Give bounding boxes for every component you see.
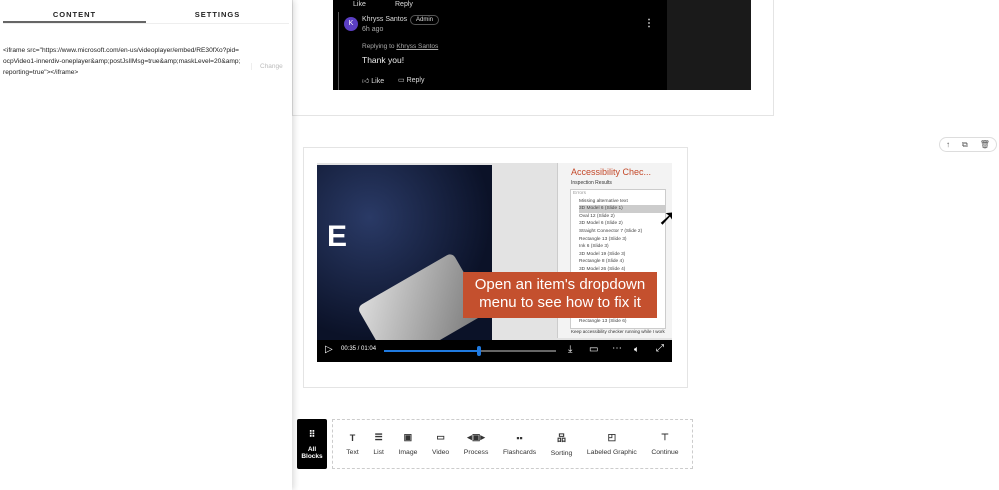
comments-embed: Like Reply K Khryss Santos Admin 6h ago … [333,0,751,90]
fullscreen-icon[interactable]: ⤢ [656,343,664,354]
error-item[interactable]: 3D Model 6 (Slide 1) [579,205,665,213]
play-icon[interactable]: ▷ [325,344,333,355]
block-label: Video [431,449,450,456]
image-icon: ▣ [403,432,413,442]
error-item[interactable]: Ink 6 (Slide 3) [579,243,665,251]
video-time: 00:35 / 01:04 [341,346,377,352]
admin-badge: Admin [410,15,440,25]
block-text[interactable]: T Text [346,433,358,456]
text-icon: T [349,432,356,443]
panel-title: Accessibility Chec... [571,167,652,177]
duplicate-icon[interactable]: ⧉ [962,140,968,150]
comment-text: Thank you! [362,55,405,65]
seek-slider[interactable] [384,346,556,356]
block-labeled-graphic[interactable]: ◰ Labeled Graphic [587,432,637,456]
slide-letter: E [327,220,348,253]
comment-time: 6h ago [362,26,384,33]
block-label: Flashcards [502,448,537,456]
delete-icon[interactable]: 🗑︎ [980,140,990,149]
block-label: Image [398,449,418,456]
process-icon: ◂▣▸ [467,432,485,442]
block-continue[interactable]: ⊤ Continue [651,432,678,456]
video-player[interactable]: E Accessibility Chec... Inspection Resul… [317,163,672,362]
more-icon[interactable]: ⋯ [612,343,622,354]
block-label: List [373,449,384,456]
tab-content[interactable]: CONTENT [3,0,146,23]
download-icon[interactable]: ⤓ [568,344,572,355]
error-item[interactable]: 3D Model 6 (Slide 2) [579,220,665,228]
grid-icon: ⠿ [308,429,316,439]
sorting-icon: 品 [557,433,567,443]
reply-icon: ▭ [398,77,405,84]
block-flashcards[interactable]: ▪▪ Flashcards [503,433,536,456]
thread-line [338,12,339,90]
caption-banner: Open an item's dropdown menu to see how t… [463,272,657,318]
list-icon: ☰ [374,432,383,442]
block-label: Text [346,448,359,456]
block-label: Sorting [550,450,573,457]
error-item[interactable]: Oval 12 (Slide 2) [579,213,665,221]
block-video[interactable]: ▭ Video [432,432,449,456]
thumbs-up-icon: 👍︎ [362,78,370,85]
inspection-label: Inspection Results [571,180,612,186]
comment-author: Khryss Santos [362,16,408,23]
block-toolbar: T Text ☰ List ▣ Image ▭ Video ◂▣▸ Process ▪▪ Flashc… [332,419,693,469]
replying-to-link[interactable]: Khryss Santos [396,43,438,50]
replying-prefix: Replying to [362,43,395,50]
error-item[interactable]: Straight Connector 7 (Slide 2) [579,228,665,236]
block-sorting[interactable]: 品 Sorting [551,431,573,457]
avatar: K [344,17,358,31]
dark-strip [667,0,751,90]
video-controls: ▷ 00:35 / 01:04 ⤓ ▭ ⋯ 🔈︎ ⤢ [317,340,672,362]
video-icon: ▭ [436,432,445,442]
flashcards-icon: ▪▪ [516,432,523,443]
labeled-graphic-icon: ◰ [607,432,617,442]
all-blocks-button[interactable]: ⠿ All Blocks [297,419,327,469]
block-list[interactable]: ☰ List [373,432,384,456]
error-item[interactable]: Rectangle 13 (Slide 3) [579,236,665,244]
tab-settings[interactable]: SETTINGS [146,0,289,23]
continue-icon: ⊤ [661,432,669,442]
cursor-icon: ➚ [658,205,672,230]
block-label: Labeled Graphic [586,449,637,456]
block-actions: ↑ ⧉ 🗑︎ [939,137,997,152]
block-label: Continue [651,449,679,456]
like-button[interactable]: 👍︎ Like [362,76,384,85]
change-button[interactable]: Change [251,63,283,70]
reply-button[interactable]: ▭ Reply [398,76,424,84]
error-item[interactable]: 3D Model 19 (Slide 3) [579,251,665,259]
block-image[interactable]: ▣ Image [398,432,417,456]
prev-reply-button[interactable]: Reply [395,1,413,8]
prev-like-button[interactable]: Like [353,1,366,8]
keep-running-checkbox: Keep accessibility checker running while… [571,329,665,334]
volume-icon[interactable]: 🔈︎ [634,344,639,355]
block-settings-panel: CONTENT SETTINGS <iframe src="https://ww… [0,0,292,490]
block-label: Process [463,449,489,456]
more-options-icon[interactable]: ⋮ [644,18,654,29]
error-item[interactable]: Rectangle 8 (Slide 4) [579,258,665,266]
embed-code-field[interactable]: <iframe src="https://www.microsoft.com/e… [3,45,241,78]
move-up-icon[interactable]: ↑ [946,140,950,149]
captions-icon[interactable]: ▭ [589,344,598,355]
block-process[interactable]: ◂▣▸ Process [464,432,489,456]
